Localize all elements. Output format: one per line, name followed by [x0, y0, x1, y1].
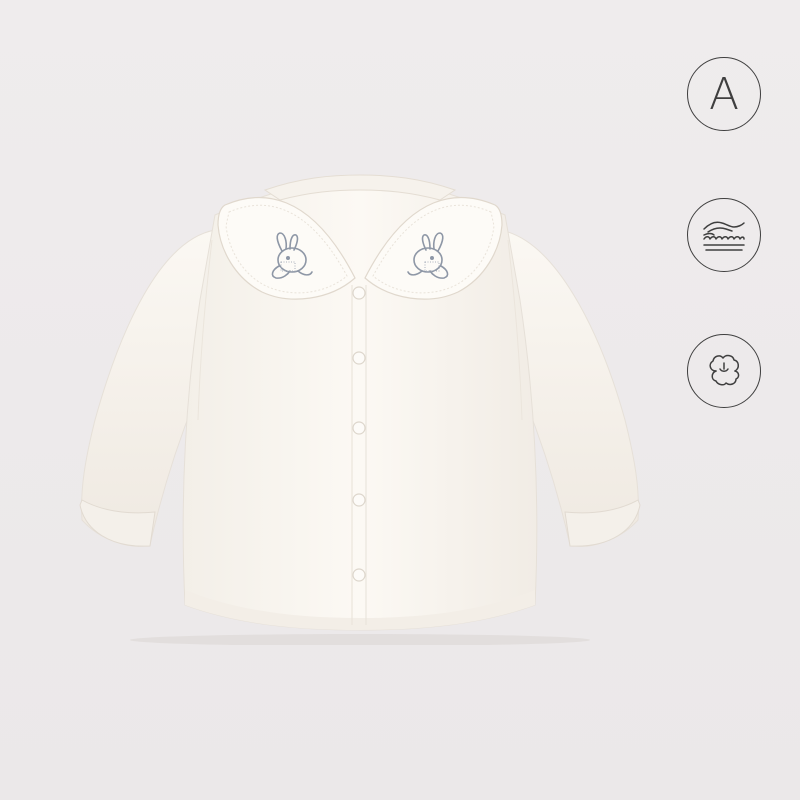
- baby-shirt-image: [79, 174, 641, 645]
- cotton-flower-icon: [709, 354, 740, 386]
- product-scene: A: [0, 0, 800, 800]
- soft-cushion-badge: [687, 198, 761, 272]
- letter-a-icon: A: [708, 69, 740, 120]
- soft-cushion-icon: [703, 221, 745, 251]
- cotton-flower-badge: [687, 334, 761, 408]
- letter-a-badge: A: [687, 57, 761, 131]
